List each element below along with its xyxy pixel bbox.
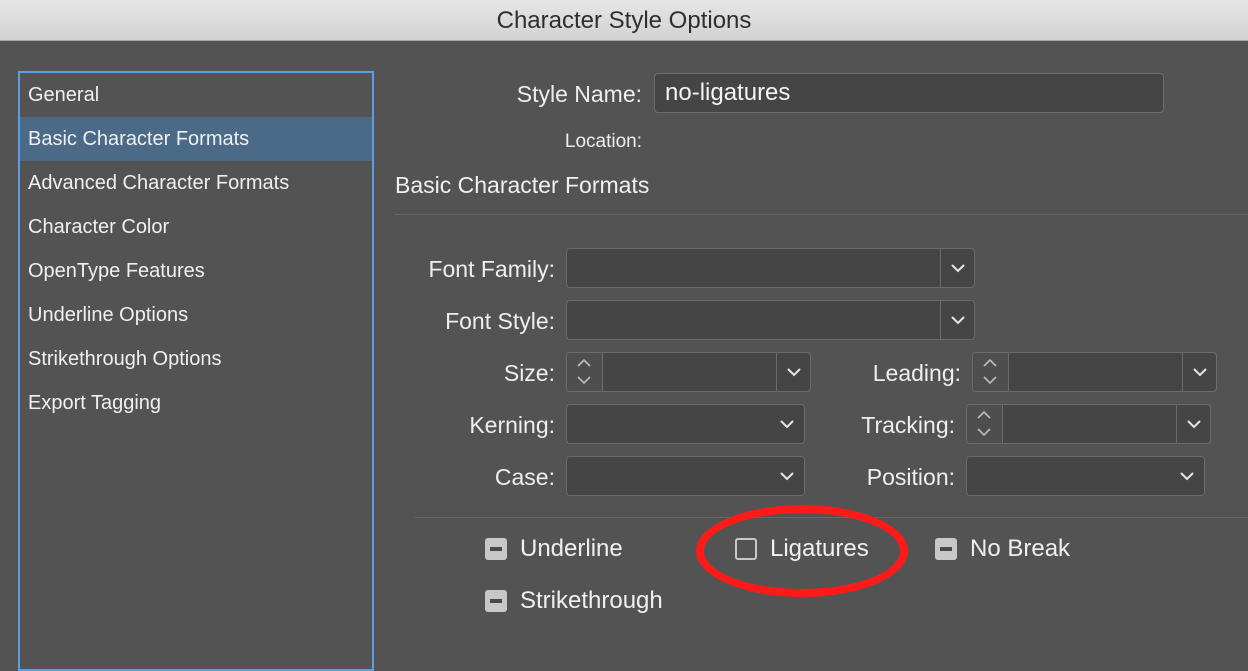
size-stepper[interactable] xyxy=(567,353,603,391)
chevron-down-icon[interactable] xyxy=(770,457,804,495)
chevron-up-icon xyxy=(983,358,997,367)
no-break-checkbox[interactable] xyxy=(935,538,957,560)
chevron-down-icon[interactable] xyxy=(940,301,974,339)
chevron-up-icon xyxy=(977,410,991,419)
category-list[interactable]: General Basic Character Formats Advanced… xyxy=(18,71,374,671)
sidebar-item-basic-character-formats[interactable]: Basic Character Formats xyxy=(20,117,372,161)
style-name-input[interactable] xyxy=(654,73,1164,113)
tracking-stepper[interactable] xyxy=(967,405,1003,443)
strikethrough-checkbox[interactable] xyxy=(485,590,507,612)
underline-checkbox[interactable] xyxy=(485,538,507,560)
case-label: Case: xyxy=(494,464,555,490)
font-style-label: Font Style: xyxy=(445,308,555,334)
sidebar-item-character-color[interactable]: Character Color xyxy=(20,205,372,249)
chevron-down-icon[interactable] xyxy=(776,353,810,391)
leading-combo[interactable] xyxy=(972,352,1217,392)
size-label: Size: xyxy=(503,360,555,386)
section-divider xyxy=(395,214,1248,215)
style-name-label: Style Name: xyxy=(516,81,642,107)
kerning-label: Kerning: xyxy=(469,412,555,438)
underline-label[interactable]: Underline xyxy=(520,535,623,563)
sidebar-item-general[interactable]: General xyxy=(20,73,372,117)
size-combo[interactable] xyxy=(566,352,811,392)
title-bar: Character Style Options xyxy=(0,0,1248,41)
font-family-label: Font Family: xyxy=(428,256,555,282)
position-dropdown[interactable] xyxy=(966,456,1205,496)
window-title: Character Style Options xyxy=(496,7,752,34)
kerning-dropdown[interactable] xyxy=(566,404,805,444)
leading-label: Leading: xyxy=(872,360,961,386)
strikethrough-label[interactable]: Strikethrough xyxy=(520,587,663,615)
sidebar-item-advanced-character-formats[interactable]: Advanced Character Formats xyxy=(20,161,372,205)
tracking-combo[interactable] xyxy=(966,404,1211,444)
sidebar-item-underline-options[interactable]: Underline Options xyxy=(20,293,372,337)
annotation-circle xyxy=(696,505,908,597)
font-style-dropdown[interactable] xyxy=(566,300,975,340)
case-dropdown[interactable] xyxy=(566,456,805,496)
sidebar-item-strikethrough-options[interactable]: Strikethrough Options xyxy=(20,337,372,381)
sidebar-item-opentype-features[interactable]: OpenType Features xyxy=(20,249,372,293)
no-break-label[interactable]: No Break xyxy=(970,535,1070,563)
chevron-down-icon xyxy=(977,428,991,437)
font-family-dropdown[interactable] xyxy=(566,248,975,288)
chevron-down-icon xyxy=(983,376,997,385)
chevron-up-icon xyxy=(577,358,591,367)
chevron-down-icon[interactable] xyxy=(1170,457,1204,495)
chevron-down-icon[interactable] xyxy=(770,405,804,443)
chevron-down-icon[interactable] xyxy=(1182,353,1216,391)
chevron-down-icon[interactable] xyxy=(940,249,974,287)
section-title: Basic Character Formats xyxy=(395,172,650,198)
location-label: Location: xyxy=(564,131,642,152)
position-label: Position: xyxy=(866,464,955,490)
chevron-down-icon[interactable] xyxy=(1176,405,1210,443)
leading-stepper[interactable] xyxy=(973,353,1009,391)
sidebar-item-export-tagging[interactable]: Export Tagging xyxy=(20,381,372,425)
chevron-down-icon xyxy=(577,376,591,385)
tracking-label: Tracking: xyxy=(861,412,955,438)
